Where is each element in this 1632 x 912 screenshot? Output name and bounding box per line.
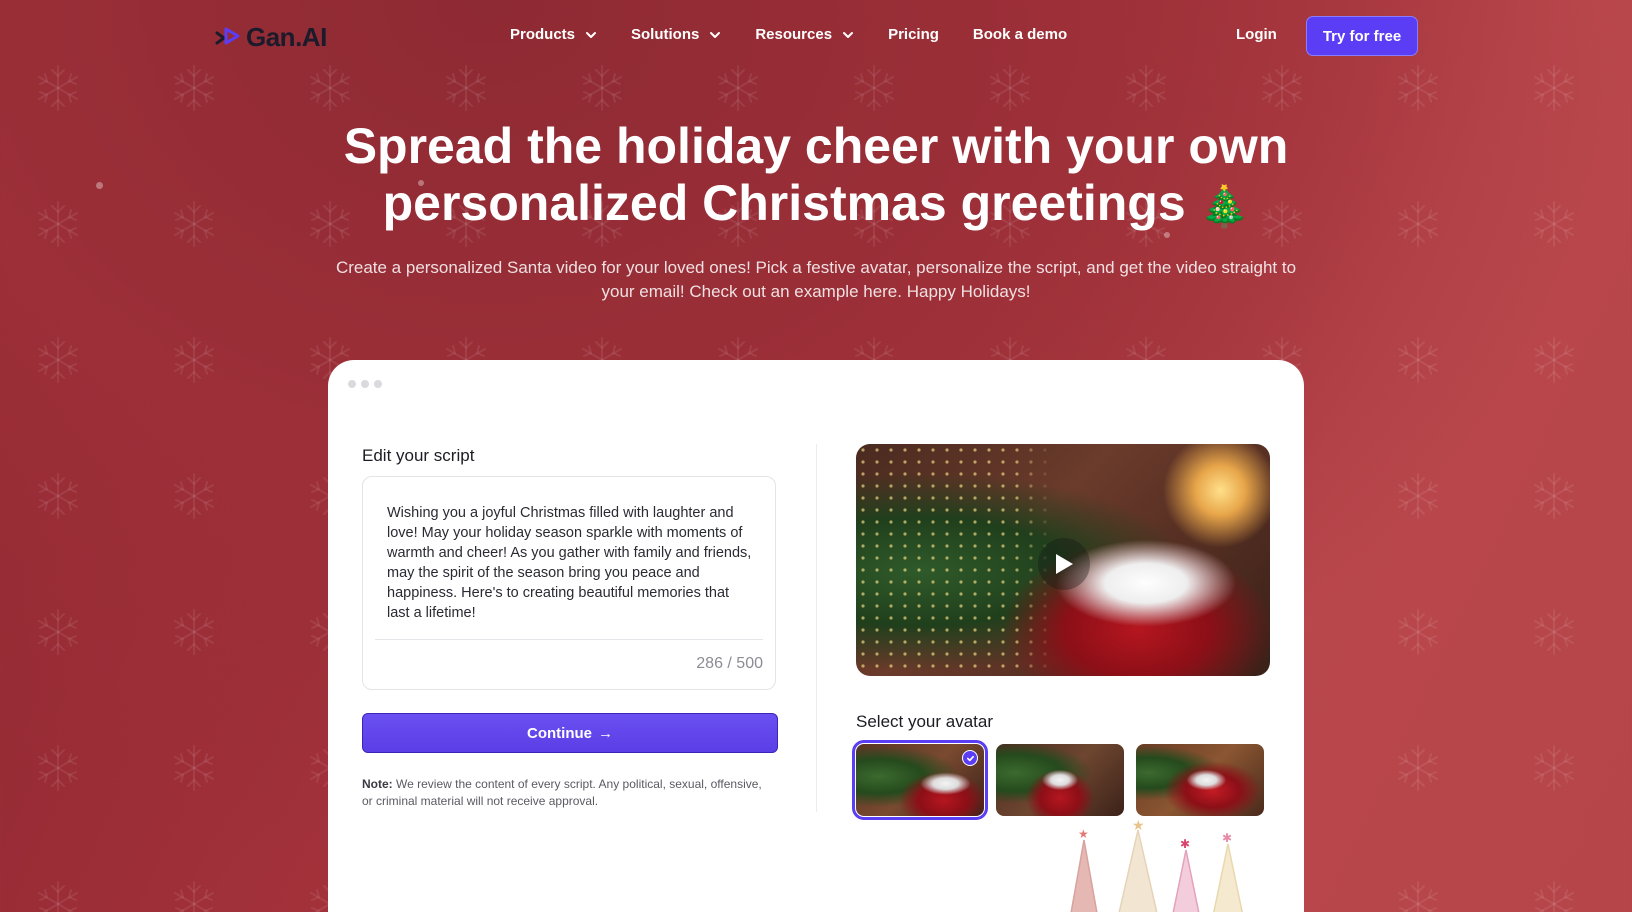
- avatar-option-3[interactable]: [1136, 744, 1264, 816]
- avatar-list: [852, 740, 1264, 820]
- review-note: Note: We review the content of every scr…: [362, 776, 762, 810]
- nav-resources-label: Resources: [755, 26, 833, 43]
- title-line-1: Spread the holiday cheer with your own: [343, 118, 1289, 174]
- logo[interactable]: Gan.AI: [214, 22, 327, 53]
- vertical-divider: [816, 444, 817, 812]
- chevron-down-icon: [843, 31, 854, 38]
- nav-book-demo-label: Book a demo: [972, 26, 1068, 43]
- page-title: Spread the holiday cheer with your own p…: [0, 118, 1632, 236]
- check-icon: [962, 750, 978, 766]
- note-prefix: Note:: [362, 777, 393, 791]
- divider: [375, 639, 763, 640]
- note-text: We review the content of every script. A…: [362, 777, 762, 808]
- play-icon: [1056, 554, 1073, 574]
- window-dots: [348, 380, 382, 388]
- nav-pricing-label: Pricing: [888, 26, 939, 43]
- select-avatar-label: Select your avatar: [856, 712, 994, 731]
- nav-products[interactable]: Products: [510, 26, 597, 43]
- login-link[interactable]: Login: [1236, 26, 1277, 43]
- continue-label: Continue: [527, 724, 592, 742]
- char-counter: 286 / 500: [696, 655, 763, 672]
- christmas-trees-decoration: ★ ★ ✱ ✱: [1070, 820, 1243, 912]
- greeting-card-panel: Edit your script Wishing you a joyful Ch…: [328, 360, 1304, 912]
- nav-pricing[interactable]: Pricing: [888, 26, 939, 43]
- play-button[interactable]: [1038, 538, 1090, 590]
- nav-solutions-label: Solutions: [631, 26, 700, 43]
- avatar-option-1[interactable]: [852, 740, 988, 820]
- script-textarea[interactable]: Wishing you a joyful Christmas filled wi…: [387, 503, 753, 623]
- logo-text: Gan.AI: [246, 22, 327, 52]
- nav-resources[interactable]: Resources: [755, 26, 854, 43]
- title-line-2: personalized Christmas greetings 🎄: [0, 175, 1632, 236]
- continue-button[interactable]: Continue →: [362, 713, 778, 753]
- nav-book-demo[interactable]: Book a demo: [973, 26, 1067, 43]
- svg-text:✱: ✱: [1222, 831, 1232, 845]
- chevron-down-icon: [710, 31, 721, 38]
- santa-video-preview[interactable]: [856, 444, 1270, 676]
- chevron-down-icon: [586, 31, 597, 38]
- nav-solutions[interactable]: Solutions: [631, 26, 721, 43]
- logo-icon: [215, 27, 240, 44]
- christmas-tree-icon: 🎄: [1199, 185, 1250, 229]
- svg-text:✱: ✱: [1180, 837, 1190, 851]
- avatar-option-2[interactable]: [996, 744, 1124, 816]
- title-line-2-text: personalized Christmas greetings: [382, 175, 1186, 231]
- arrow-right-icon: →: [598, 724, 613, 742]
- svg-text:★: ★: [1078, 827, 1089, 841]
- script-editor[interactable]: Wishing you a joyful Christmas filled wi…: [362, 476, 776, 690]
- nav-links: Products Solutions Resources Pricing Boo…: [510, 26, 1101, 43]
- nav-products-label: Products: [510, 26, 576, 43]
- hero-subtitle: Create a personalized Santa video for yo…: [335, 258, 1297, 301]
- edit-script-label: Edit your script: [362, 446, 475, 465]
- top-nav: Gan.AI Products Solutions Resources Pric…: [0, 0, 1632, 72]
- svg-text:★: ★: [1132, 820, 1145, 833]
- try-for-free-button[interactable]: Try for free: [1306, 16, 1418, 56]
